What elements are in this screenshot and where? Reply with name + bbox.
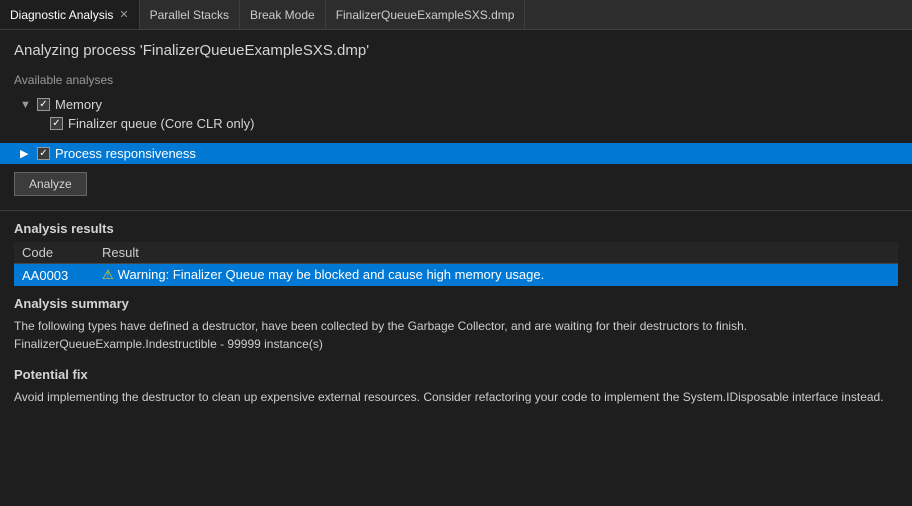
warning-icon: ⚠: [102, 267, 114, 282]
analysis-summary-text: The following types have defined a destr…: [14, 317, 898, 353]
col-result: Result: [94, 242, 898, 264]
tab-diagnostic-label: Diagnostic Analysis: [10, 8, 113, 22]
results-table: Code Result AA0003 ⚠Warning: Finalizer Q…: [14, 242, 898, 286]
potential-fix-text: Avoid implementing the destructor to cle…: [14, 388, 898, 406]
analysis-summary-title: Analysis summary: [14, 296, 898, 311]
checkbox-process[interactable]: [37, 147, 50, 160]
tree-child-finalizer[interactable]: Finalizer queue (Core CLR only): [14, 114, 898, 133]
col-code: Code: [14, 242, 94, 264]
tab-bar: Diagnostic Analysis ✕ Parallel Stacks Br…: [0, 0, 912, 30]
tree-child-finalizer-label: Finalizer queue (Core CLR only): [68, 116, 254, 131]
tree-item-memory[interactable]: ▼ Memory: [14, 95, 898, 114]
expand-arrow-process: ▶: [20, 147, 32, 160]
analyze-button[interactable]: Analyze: [14, 172, 87, 196]
tab-parallel[interactable]: Parallel Stacks: [140, 0, 240, 29]
tree-item-process-label: Process responsiveness: [55, 146, 196, 161]
results-table-header: Code Result: [14, 242, 898, 264]
result-text: ⚠Warning: Finalizer Queue may be blocked…: [94, 264, 898, 287]
tree-item-memory-label: Memory: [55, 97, 102, 112]
tab-parallel-label: Parallel Stacks: [150, 8, 229, 22]
tree-item-process-responsiveness[interactable]: ▶ Process responsiveness: [0, 143, 912, 164]
checkbox-memory[interactable]: [37, 98, 50, 111]
tab-file[interactable]: FinalizerQueueExampleSXS.dmp: [326, 0, 526, 29]
tab-break[interactable]: Break Mode: [240, 0, 326, 29]
result-code: AA0003: [14, 264, 94, 287]
available-analyses-label: Available analyses: [14, 73, 898, 87]
expand-arrow-memory: ▼: [20, 99, 32, 111]
table-row[interactable]: AA0003 ⚠Warning: Finalizer Queue may be …: [14, 264, 898, 287]
tab-file-label: FinalizerQueueExampleSXS.dmp: [336, 8, 515, 22]
tab-break-label: Break Mode: [250, 8, 315, 22]
analyses-section: ▼ Memory Finalizer queue (Core CLR only): [14, 95, 898, 133]
page-title: Analyzing process 'FinalizerQueueExample…: [14, 42, 898, 59]
main-content: Analyzing process 'FinalizerQueueExample…: [0, 30, 912, 506]
divider-1: [0, 210, 912, 211]
potential-fix-title: Potential fix: [14, 367, 898, 382]
analysis-results-title: Analysis results: [14, 221, 898, 236]
tab-diagnostic[interactable]: Diagnostic Analysis ✕: [0, 0, 140, 29]
tab-diagnostic-close[interactable]: ✕: [119, 8, 128, 21]
checkbox-finalizer[interactable]: [50, 117, 63, 130]
